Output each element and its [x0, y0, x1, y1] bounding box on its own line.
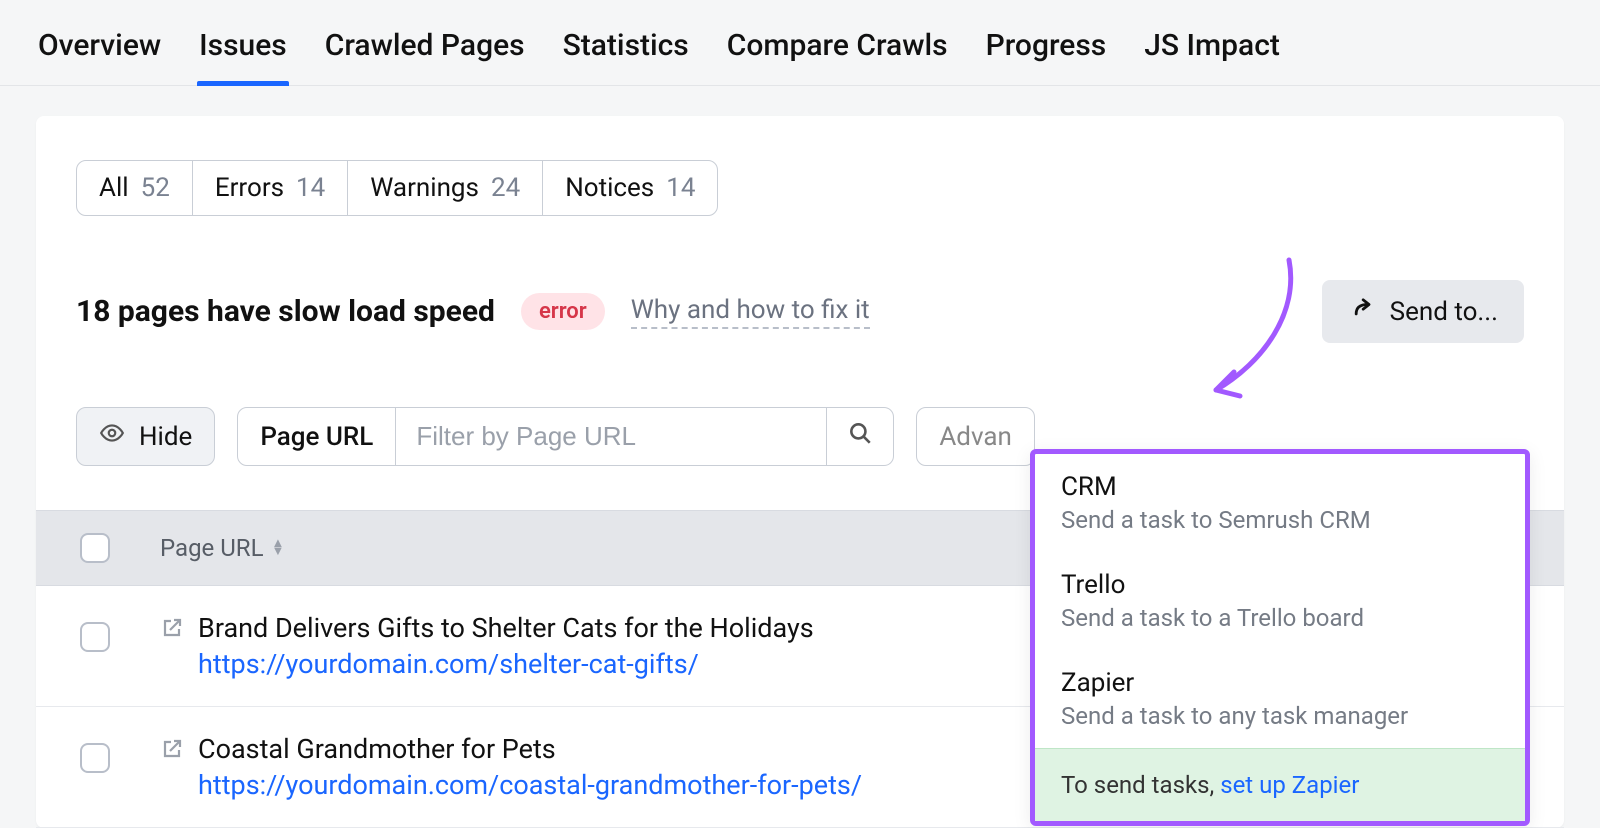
column-page-url-label: Page URL [160, 534, 264, 562]
send-to-option-trello[interactable]: Trello Send a task to a Trello board [1035, 552, 1525, 650]
filter-notices[interactable]: Notices 14 [543, 161, 717, 215]
row-title: Brand Delivers Gifts to Shelter Cats for… [198, 612, 814, 644]
send-to-option-title: Trello [1061, 570, 1499, 600]
row-checkbox[interactable] [80, 622, 110, 652]
filter-errors-count: 14 [296, 173, 325, 203]
tab-statistics[interactable]: Statistics [561, 18, 691, 85]
row-url-link[interactable]: https://yourdomain.com/shelter-cat-gifts… [198, 648, 814, 680]
setup-zapier-link[interactable]: set up Zapier [1220, 771, 1359, 799]
url-filter-label: Page URL [238, 408, 396, 465]
share-arrow-icon [1348, 294, 1376, 329]
advanced-filters-button[interactable]: Advan [916, 407, 1035, 466]
send-to-option-subtitle: Send a task to Semrush CRM [1061, 506, 1499, 534]
main-tabs: Overview Issues Crawled Pages Statistics… [0, 0, 1600, 86]
send-to-option-crm[interactable]: CRM Send a task to Semrush CRM [1035, 454, 1525, 552]
send-to-option-subtitle: Send a task to any task manager [1061, 702, 1499, 730]
eye-icon [99, 420, 125, 453]
tab-crawled-pages[interactable]: Crawled Pages [323, 18, 527, 85]
filter-all-count: 52 [141, 173, 170, 203]
hide-button[interactable]: Hide [76, 407, 215, 466]
send-to-footer: To send tasks, set up Zapier [1035, 748, 1525, 821]
url-filter-search-button[interactable] [826, 408, 893, 465]
filter-errors-label: Errors [215, 173, 284, 203]
send-to-label: Send to... [1390, 297, 1498, 327]
tab-compare-crawls[interactable]: Compare Crawls [725, 18, 950, 85]
send-to-dropdown: CRM Send a task to Semrush CRM Trello Se… [1030, 449, 1530, 826]
filter-warnings[interactable]: Warnings 24 [348, 161, 543, 215]
issue-title: 18 pages have slow load speed [76, 294, 495, 329]
tab-progress[interactable]: Progress [984, 18, 1109, 85]
search-icon [847, 420, 873, 453]
issue-header: 18 pages have slow load speed error Why … [76, 280, 1524, 343]
row-checkbox[interactable] [80, 743, 110, 773]
filter-notices-count: 14 [666, 173, 695, 203]
why-fix-link[interactable]: Why and how to fix it [631, 295, 870, 329]
select-all-checkbox[interactable] [80, 533, 110, 563]
send-to-option-title: CRM [1061, 472, 1499, 502]
url-filter-group: Page URL [237, 407, 894, 466]
external-link-icon[interactable] [160, 616, 184, 647]
filter-all[interactable]: All 52 [77, 161, 193, 215]
send-to-option-subtitle: Send a task to a Trello board [1061, 604, 1499, 632]
url-filter-input[interactable] [396, 408, 826, 465]
send-to-button[interactable]: Send to... [1322, 280, 1524, 343]
send-to-option-zapier[interactable]: Zapier Send a task to any task manager [1035, 650, 1525, 748]
filter-errors[interactable]: Errors 14 [193, 161, 348, 215]
external-link-icon[interactable] [160, 737, 184, 768]
tab-js-impact[interactable]: JS Impact [1142, 18, 1282, 85]
filter-notices-label: Notices [565, 173, 654, 203]
filter-all-label: All [99, 173, 129, 203]
row-url-link[interactable]: https://yourdomain.com/coastal-grandmoth… [198, 769, 862, 801]
hide-label: Hide [139, 422, 192, 452]
send-to-footer-text: To send tasks, [1061, 771, 1220, 799]
tab-overview[interactable]: Overview [36, 18, 163, 85]
send-to-option-title: Zapier [1061, 668, 1499, 698]
sort-arrows-icon: ▲▼ [272, 540, 285, 556]
column-page-url[interactable]: Page URL ▲▼ [160, 534, 284, 562]
filter-warnings-count: 24 [491, 173, 520, 203]
row-title: Coastal Grandmother for Pets [198, 733, 862, 765]
issues-card: All 52 Errors 14 Warnings 24 Notices 14 … [36, 116, 1564, 828]
issue-type-filter: All 52 Errors 14 Warnings 24 Notices 14 [76, 160, 718, 216]
error-badge: error [521, 293, 605, 330]
filter-warnings-label: Warnings [370, 173, 479, 203]
tab-issues[interactable]: Issues [197, 18, 289, 85]
